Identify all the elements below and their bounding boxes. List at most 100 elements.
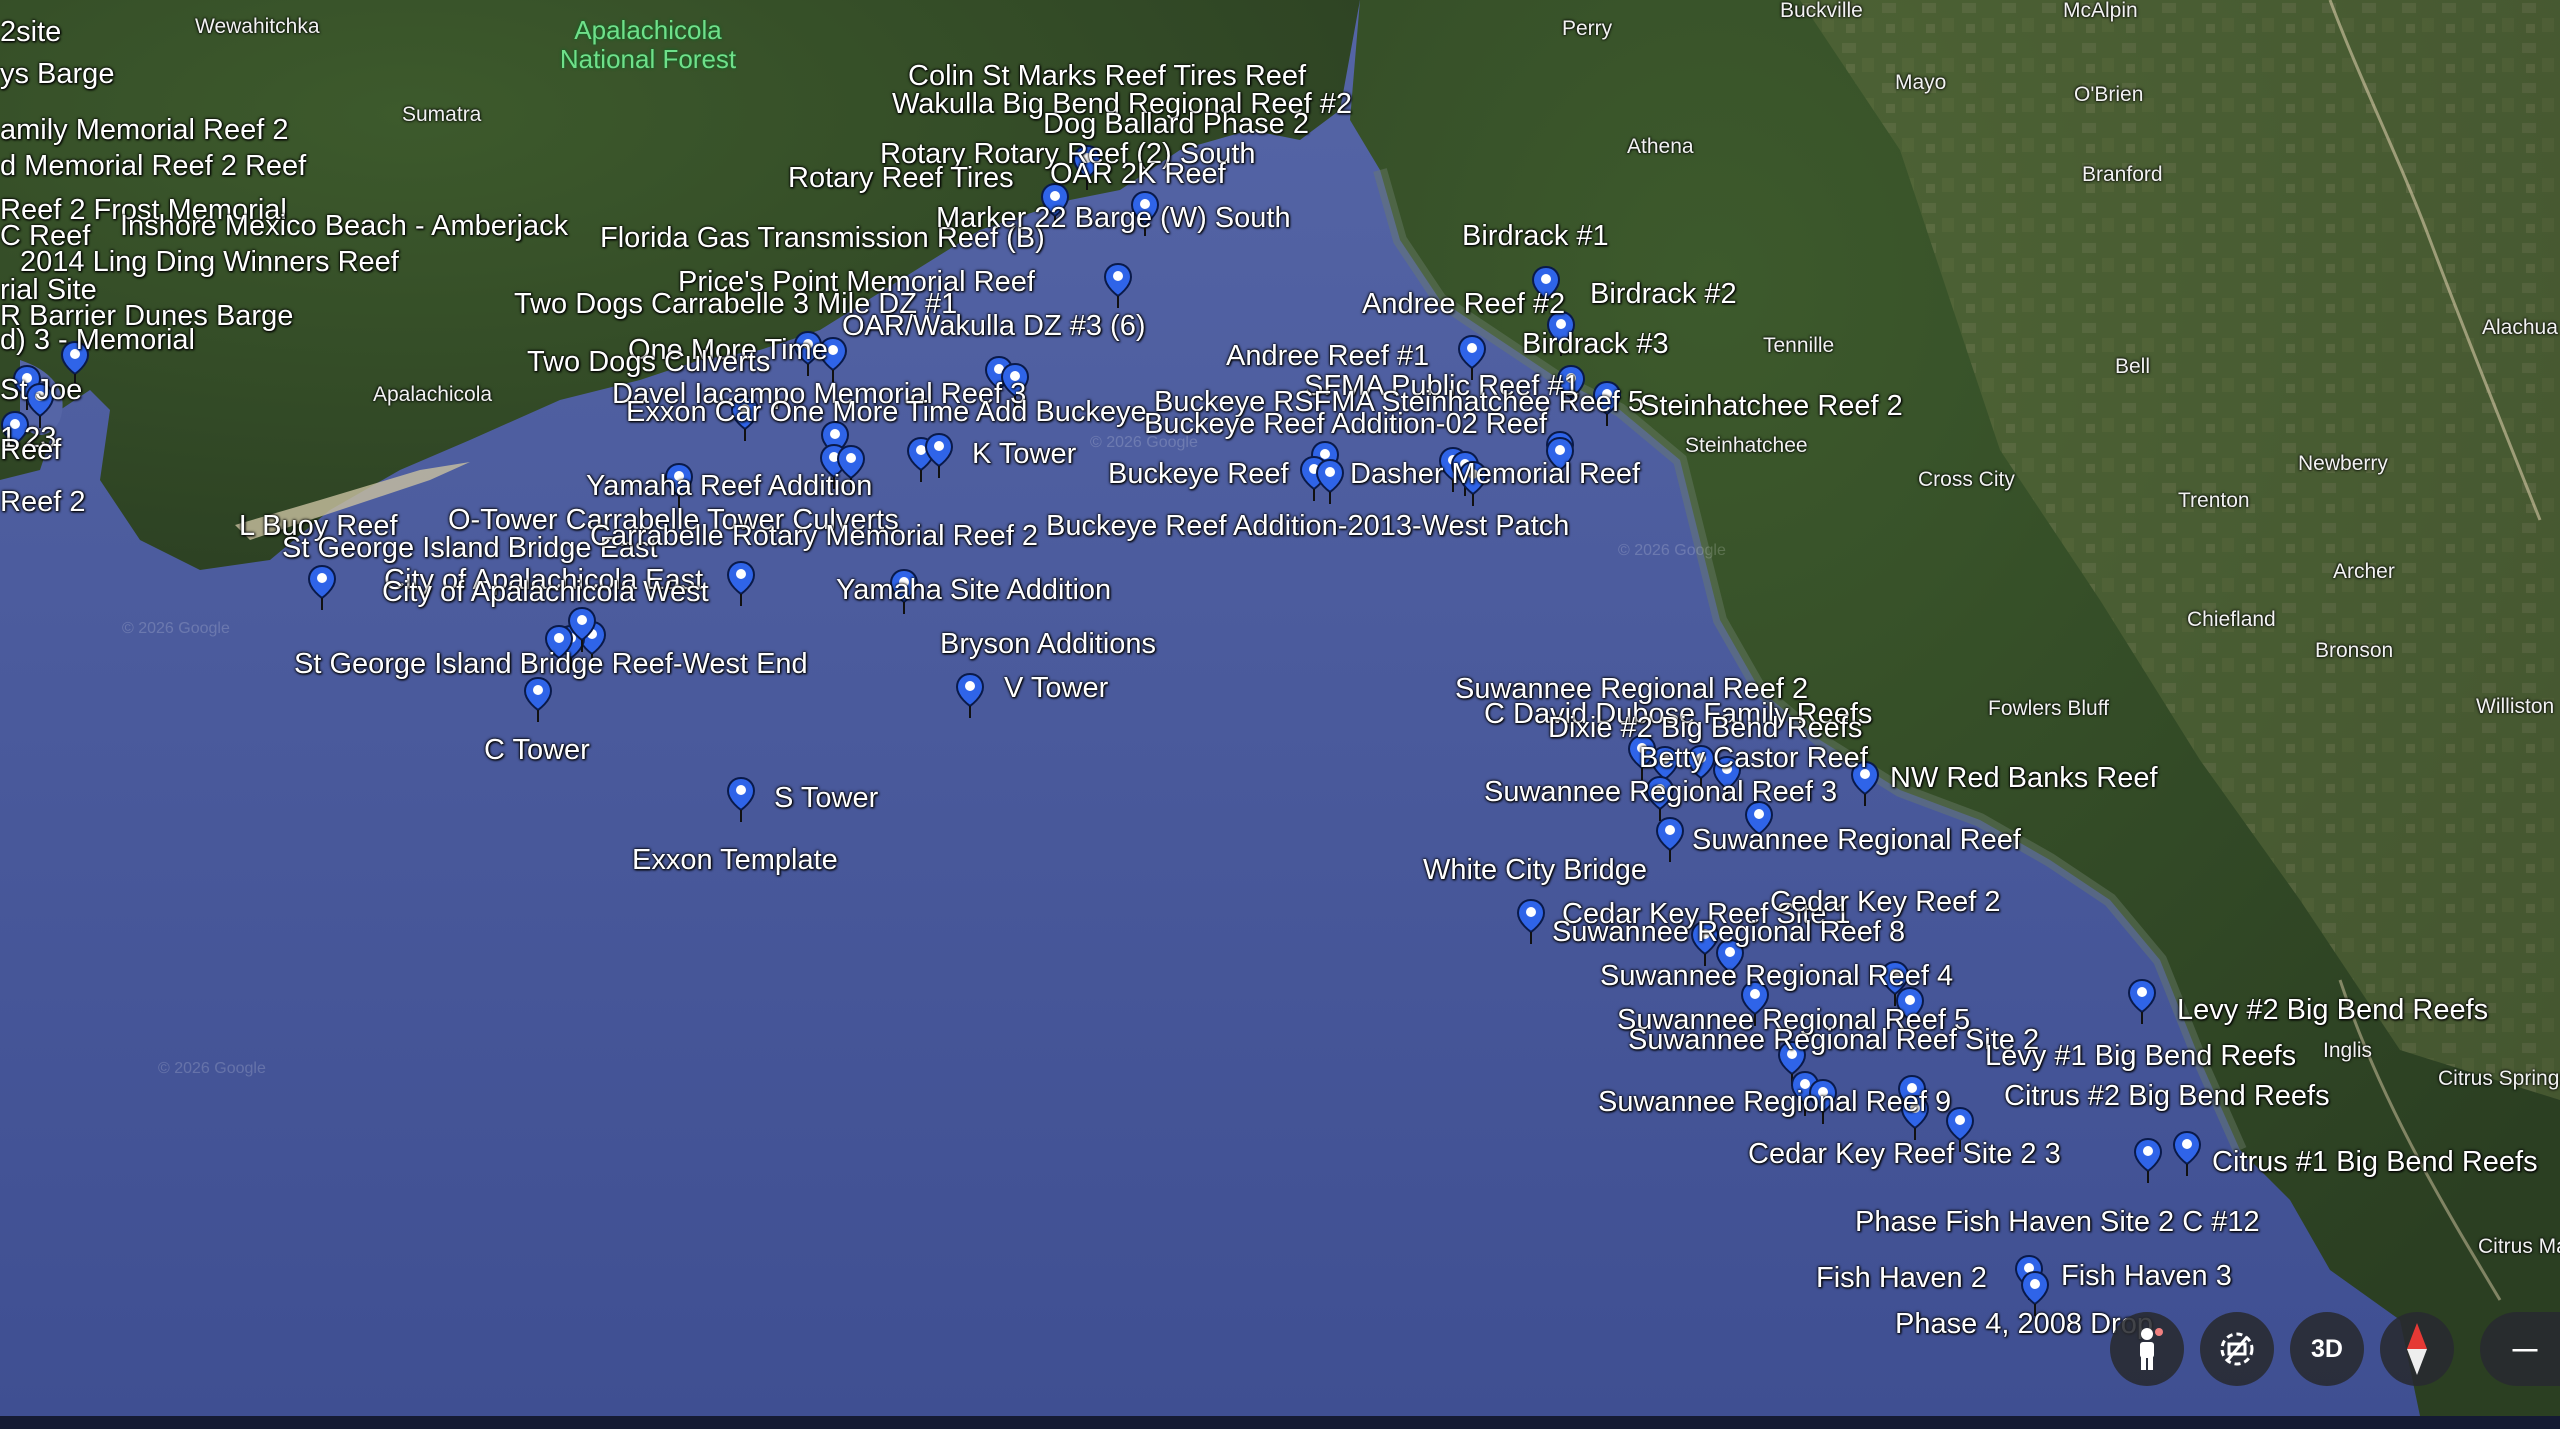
reef-label-levy-1-big-bend-reefs[interactable]: Levy #1 Big Bend Reefs — [1985, 1042, 2296, 1071]
google-watermark: © 2026 Google — [158, 1060, 266, 1077]
reef-label-fish-haven-3[interactable]: Fish Haven 3 — [2061, 1262, 2232, 1291]
reef-label-phase-fish-haven-site-2-c-12[interactable]: Phase Fish Haven Site 2 C #12 — [1855, 1208, 2260, 1237]
place-label-trenton: Trenton — [2178, 489, 2250, 512]
reef-label-carrabelle-rotary-memorial-reef-2[interactable]: Carrabelle Rotary Memorial Reef 2 — [590, 522, 1038, 551]
reef-pin-icon[interactable] — [924, 432, 954, 478]
reef-label-reef[interactable]: Reef — [0, 436, 61, 465]
reef-label-nw-red-banks-reef[interactable]: NW Red Banks Reef — [1890, 764, 2158, 793]
reef-label-suwannee-regional-reef-9[interactable]: Suwannee Regional Reef 9 — [1598, 1088, 1951, 1117]
reef-label-yamaha-site-addition[interactable]: Yamaha Site Addition — [836, 576, 1111, 605]
reef-pin-icon[interactable] — [1516, 898, 1546, 944]
reef-label-s-tower[interactable]: S Tower — [774, 784, 878, 813]
reef-label-2014-ling-ding-winners-reef[interactable]: 2014 Ling Ding Winners Reef — [20, 248, 399, 277]
reef-label-buckeye-reef-addition-2013-west-patch[interactable]: Buckeye Reef Addition-2013-West Patch — [1046, 512, 1569, 541]
reef-label-buckeye-reef[interactable]: Buckeye Reef — [1108, 460, 1289, 489]
reef-label-bryson-additions[interactable]: Bryson Additions — [940, 630, 1156, 659]
google-watermark: © 2026 Google — [1090, 434, 1198, 451]
place-label-chiefland: Chiefland — [2187, 608, 2276, 631]
3d-button[interactable]: 3D — [2290, 1312, 2364, 1386]
place-label-perry: Perry — [1562, 17, 1613, 40]
compass-icon — [2407, 1323, 2427, 1375]
tilt-button[interactable] — [2200, 1312, 2274, 1386]
reef-label-city-of-apalachicola-west[interactable]: City of Apalachicola West — [382, 578, 709, 607]
reef-label-birdrack-3[interactable]: Birdrack #3 — [1522, 330, 1669, 359]
reef-label-birdrack-2[interactable]: Birdrack #2 — [1590, 280, 1737, 309]
reef-label-andree-reef-1[interactable]: Andree Reef #1 — [1226, 342, 1429, 371]
place-label-branford: Branford — [2082, 163, 2163, 186]
reef-label-suwannee-regional-reef-3[interactable]: Suwannee Regional Reef 3 — [1484, 778, 1837, 807]
reef-label-fish-haven-2[interactable]: Fish Haven 2 — [1816, 1264, 1987, 1293]
reef-label-v-tower[interactable]: V Tower — [1004, 674, 1108, 703]
place-label-newberry: Newberry — [2298, 452, 2388, 475]
place-label-citrus-manag: Citrus Manag — [2478, 1235, 2560, 1258]
reef-label-dog-ballard-phase-2[interactable]: Dog Ballard Phase 2 — [1043, 110, 1309, 139]
reef-pin-icon[interactable] — [1315, 458, 1345, 504]
reef-label-suwannee-regional-reef-site-2[interactable]: Suwannee Regional Reef Site 2 — [1628, 1026, 2039, 1055]
compass-button[interactable] — [2380, 1312, 2454, 1386]
reef-label-st-george-island-bridge-reef-west-end[interactable]: St George Island Bridge Reef-West End — [294, 650, 808, 679]
reef-label-yamaha-reef-addition[interactable]: Yamaha Reef Addition — [586, 472, 872, 501]
reef-label-andree-reef-2[interactable]: Andree Reef #2 — [1362, 290, 1565, 319]
reef-label-inshore-mexico-beach-amberjack[interactable]: Inshore Mexico Beach - Amberjack — [120, 212, 568, 241]
bottom-bar — [0, 1416, 2560, 1429]
reef-pin-icon[interactable] — [1103, 262, 1133, 308]
reef-label-reef-2[interactable]: Reef 2 — [0, 488, 85, 517]
reef-pin-icon[interactable] — [2172, 1130, 2202, 1176]
reef-label-rotary-reef-tires[interactable]: Rotary Reef Tires — [788, 164, 1014, 193]
reef-pin-icon[interactable] — [2133, 1137, 2163, 1183]
reef-pin-icon[interactable] — [726, 560, 756, 606]
reef-pin-icon[interactable] — [307, 564, 337, 610]
reef-label-steinhatchee-reef-2[interactable]: Steinhatchee Reef 2 — [1640, 392, 1903, 421]
reef-label-suwannee-regional-reef-8[interactable]: Suwannee Regional Reef 8 — [1552, 918, 1905, 947]
reef-label-amily-memorial-reef-2[interactable]: amily Memorial Reef 2 — [0, 116, 288, 145]
tilt-icon — [2220, 1332, 2254, 1366]
google-watermark: © 2026 Google — [122, 620, 230, 637]
reef-label-buckeye-reef-addition-02-reef[interactable]: Buckeye Reef Addition-02 Reef — [1144, 410, 1547, 439]
reef-label-d-memorial-reef-2-reef[interactable]: d Memorial Reef 2 Reef — [0, 152, 306, 181]
reef-label-st-joe[interactable]: St Joe — [0, 376, 82, 405]
reef-label-suwannee-regional-reef-4[interactable]: Suwannee Regional Reef 4 — [1600, 962, 1953, 991]
reef-label-colin-st-marks-reef-tires-reef[interactable]: Colin St Marks Reef Tires Reef — [908, 62, 1306, 91]
place-label-cross-city: Cross City — [1918, 468, 2015, 491]
reef-label-betty-castor-reef[interactable]: Betty Castor Reef — [1639, 744, 1868, 773]
zoom-out-label: — — [2512, 1334, 2538, 1363]
reef-label-citrus-1-big-bend-reefs[interactable]: Citrus #1 Big Bend Reefs — [2212, 1148, 2538, 1177]
place-label-bell: Bell — [2115, 355, 2151, 378]
reef-label-birdrack-1[interactable]: Birdrack #1 — [1462, 222, 1609, 251]
reef-label-marker-22-barge-w-south[interactable]: Marker 22 Barge (W) South — [936, 204, 1291, 233]
place-label-williston: Williston — [2476, 695, 2555, 718]
reef-pin-icon[interactable] — [523, 676, 553, 722]
reef-label-white-city-bridge[interactable]: White City Bridge — [1423, 856, 1647, 885]
reef-label-oar-2k-reef[interactable]: OAR 2K Reef — [1050, 160, 1226, 189]
reef-pin-icon[interactable] — [726, 776, 756, 822]
place-label-o-brien: O'Brien — [2074, 83, 2144, 106]
reef-label-two-dogs-culverts[interactable]: Two Dogs Culverts — [527, 348, 770, 377]
reef-label-oar-wakulla-dz-3-6[interactable]: OAR/Wakulla DZ #3 (6) — [842, 312, 1146, 341]
place-label-mcalpin: McAlpin — [2063, 0, 2138, 22]
reef-label-dixie-2-big-bend-reefs[interactable]: Dixie #2 Big Bend Reefs — [1548, 714, 1862, 743]
zoom-out-button[interactable]: — — [2480, 1312, 2560, 1386]
reef-label-2site[interactable]: 2site — [0, 18, 61, 47]
reef-label-suwannee-regional-reef[interactable]: Suwannee Regional Reef — [1692, 826, 2021, 855]
pegman-button[interactable] — [2110, 1312, 2184, 1386]
reef-label-d-3-memorial[interactable]: d) 3 - Memorial — [0, 326, 195, 355]
reef-label-cedar-key-reef-2[interactable]: Cedar Key Reef 2 — [1770, 888, 2001, 917]
reef-label-citrus-2-big-bend-reefs[interactable]: Citrus #2 Big Bend Reefs — [2004, 1082, 2330, 1111]
place-label-steinhatchee: Steinhatchee — [1685, 434, 1808, 457]
place-label-bronson: Bronson — [2315, 639, 2394, 662]
reef-label-exxon-template[interactable]: Exxon Template — [632, 846, 838, 875]
reef-label-ys-barge[interactable]: ys Barge — [0, 60, 114, 89]
reef-label-c-tower[interactable]: C Tower — [484, 736, 590, 765]
place-label-buckville: Buckville — [1780, 0, 1863, 22]
reef-label-k-tower[interactable]: K Tower — [972, 440, 1076, 469]
reef-pin-icon[interactable] — [2127, 978, 2157, 1024]
reef-pin-icon[interactable] — [955, 672, 985, 718]
reef-label-levy-2-big-bend-reefs[interactable]: Levy #2 Big Bend Reefs — [2177, 996, 2488, 1025]
reef-label-cedar-key-reef-site-2-3[interactable]: Cedar Key Reef Site 2 3 — [1748, 1140, 2061, 1169]
reef-label-dasher-memorial-reef[interactable]: Dasher Memorial Reef — [1350, 460, 1640, 489]
3d-label: 3D — [2311, 1334, 2343, 1363]
reef-pin-icon[interactable] — [1655, 816, 1685, 862]
place-label-mayo: Mayo — [1895, 71, 1947, 94]
place-label-sumatra: Sumatra — [402, 103, 482, 126]
reef-label-exxon-car-one-more-time-add-buckeye[interactable]: Exxon Car One More Time Add Buckeye — [626, 398, 1147, 427]
